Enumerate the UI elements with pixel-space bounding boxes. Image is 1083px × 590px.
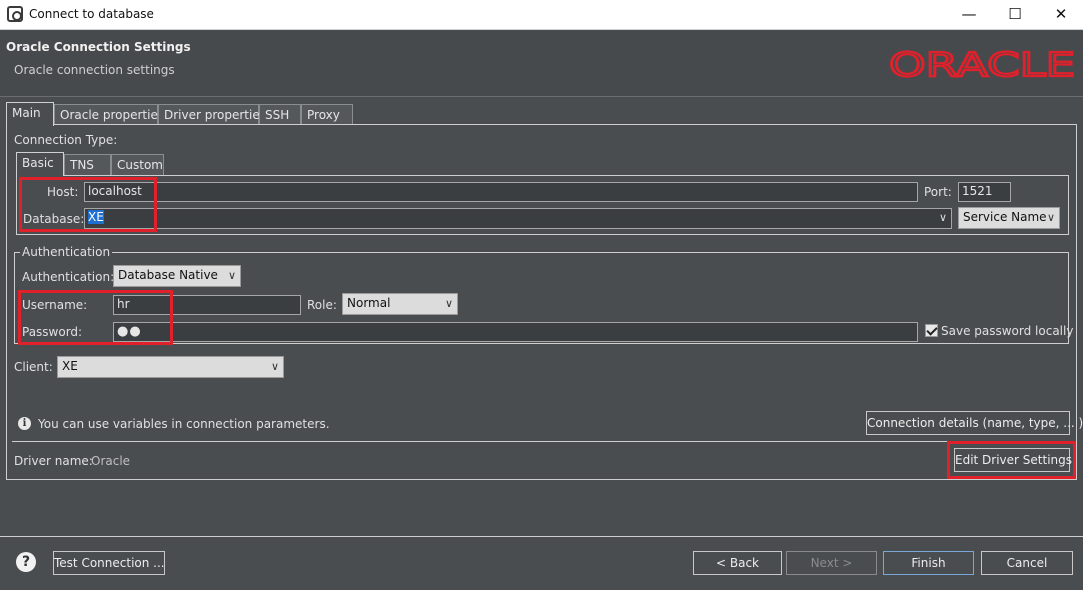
- next-button[interactable]: Next >: [786, 551, 877, 575]
- dialog-header: Oracle Connection Settings Oracle connec…: [0, 31, 1083, 97]
- chevron-down-icon: ∨: [227, 269, 236, 282]
- maximize-icon[interactable]: ☐: [992, 0, 1038, 30]
- back-button[interactable]: < Back: [693, 551, 782, 575]
- chevron-down-icon[interactable]: ∨: [939, 211, 947, 224]
- client-select[interactable]: XE ∨: [57, 356, 284, 378]
- help-icon[interactable]: ?: [16, 552, 36, 572]
- database-input[interactable]: XE ∨: [84, 208, 952, 229]
- header-title: Oracle Connection Settings: [6, 40, 191, 54]
- password-input[interactable]: ●●: [113, 322, 918, 342]
- service-type-value: Service Name: [963, 210, 1047, 224]
- chevron-down-icon: ∨: [1046, 211, 1055, 224]
- authentication-label: Authentication:: [22, 270, 115, 284]
- service-type-select[interactable]: Service Name ∨: [958, 207, 1060, 229]
- highlight-username-password: [18, 290, 173, 345]
- role-select[interactable]: Normal ∨: [342, 293, 458, 315]
- tab-custom[interactable]: Custom: [111, 154, 164, 176]
- port-input[interactable]: 1521: [958, 182, 1011, 202]
- tab-basic[interactable]: Basic: [16, 152, 64, 176]
- tab-ssh[interactable]: SSH: [259, 104, 301, 126]
- header-subtitle: Oracle connection settings: [14, 63, 175, 77]
- tab-oracle-properties[interactable]: Oracle properties: [54, 104, 164, 126]
- role-label: Role:: [307, 298, 337, 312]
- test-connection-button[interactable]: Test Connection ...: [53, 551, 165, 575]
- role-value: Normal: [347, 296, 391, 310]
- info-icon: i: [18, 417, 31, 430]
- authentication-value: Database Native: [118, 268, 218, 282]
- client-value: XE: [62, 359, 78, 373]
- client-label: Client:: [14, 360, 53, 374]
- highlight-host-database: [19, 177, 157, 232]
- highlight-edit-driver-settings: [947, 441, 1076, 479]
- save-password-label: Save password locally: [941, 324, 1074, 338]
- port-label: Port:: [924, 185, 952, 199]
- driver-name-value: Oracle: [91, 454, 131, 468]
- driver-name-label: Driver name:: [14, 454, 93, 468]
- oracle-logo: ORACLE: [889, 47, 1076, 81]
- chevron-down-icon: ∨: [270, 360, 279, 373]
- variables-info-text: You can use variables in connection para…: [38, 417, 330, 431]
- tab-main[interactable]: Main: [6, 102, 54, 126]
- footer-divider: [0, 536, 1083, 537]
- host-input[interactable]: localhost: [84, 182, 918, 202]
- tab-tns[interactable]: TNS: [64, 154, 111, 176]
- tab-proxy[interactable]: Proxy: [301, 104, 353, 126]
- save-password-checkbox[interactable]: [925, 324, 938, 337]
- connection-type-label: Connection Type:: [14, 133, 118, 147]
- authentication-select[interactable]: Database Native ∨: [113, 265, 241, 287]
- oracle-logo-text: ORACLE: [889, 47, 1075, 81]
- finish-button[interactable]: Finish: [883, 551, 974, 575]
- minimize-icon[interactable]: —: [946, 0, 992, 30]
- window-titlebar: Connect to database — ☐ ✕: [0, 0, 1083, 30]
- divider: [12, 441, 1072, 442]
- close-icon[interactable]: ✕: [1038, 0, 1083, 30]
- tab-driver-properties[interactable]: Driver properties: [158, 104, 266, 126]
- chevron-down-icon: ∨: [444, 297, 453, 310]
- app-icon: [7, 6, 23, 22]
- window-title: Connect to database: [29, 7, 154, 21]
- authentication-group-title: Authentication: [20, 245, 113, 259]
- cancel-button[interactable]: Cancel: [981, 551, 1073, 575]
- connection-details-button[interactable]: Connection details (name, type, ... ): [866, 411, 1083, 435]
